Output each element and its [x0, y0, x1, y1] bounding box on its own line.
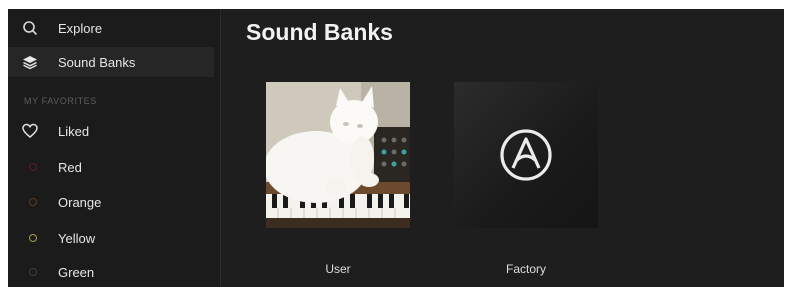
- cat-on-synth-image: [266, 82, 410, 228]
- arturia-logo-icon: [500, 129, 552, 181]
- bank-label-user: User: [325, 262, 351, 276]
- sidebar-item-label: Orange: [58, 195, 102, 210]
- sidebar-item-label: Yellow: [58, 231, 96, 246]
- bank-label-factory: Factory: [505, 262, 546, 276]
- page-title: Sound Banks: [246, 19, 393, 45]
- sidebar-item-sound-banks[interactable]: Sound Banks: [8, 47, 214, 77]
- sidebar-item-red[interactable]: Red: [8, 152, 214, 182]
- sidebar-item-label: Green: [58, 265, 95, 280]
- sidebar-item-green[interactable]: Green: [8, 257, 214, 287]
- app-window: Explore Sound Banks MY FAVORITES Liked R…: [8, 9, 784, 287]
- favorites-section-title: MY FAVORITES: [24, 96, 97, 106]
- sidebar-item-liked[interactable]: Liked: [8, 116, 214, 146]
- main-panel: Sound Banks User Factory: [221, 9, 784, 287]
- sidebar-item-label: Explore: [58, 21, 103, 36]
- sidebar-item-label: Liked: [58, 124, 90, 139]
- bank-card-factory[interactable]: Factory: [454, 82, 598, 276]
- sidebar-item-label: Red: [58, 160, 82, 175]
- factory-bank-thumbnail: [454, 82, 598, 228]
- orange-color-dot-icon: [29, 198, 37, 206]
- heart-icon: [22, 123, 38, 138]
- sidebar-item-label: Sound Banks: [58, 55, 136, 70]
- sidebar-item-yellow[interactable]: Yellow: [8, 223, 214, 253]
- user-bank-thumbnail: [266, 82, 410, 228]
- sidebar-item-explore[interactable]: Explore: [8, 13, 214, 43]
- green-color-dot-icon: [29, 268, 37, 276]
- sidebar: Explore Sound Banks MY FAVORITES Liked R…: [8, 9, 221, 287]
- sidebar-item-orange[interactable]: Orange: [8, 187, 214, 217]
- bank-card-user[interactable]: User: [266, 82, 410, 276]
- red-color-dot-icon: [29, 163, 37, 171]
- search-icon: [23, 21, 38, 36]
- yellow-color-dot-icon: [29, 234, 37, 242]
- layers-icon: [23, 56, 37, 70]
